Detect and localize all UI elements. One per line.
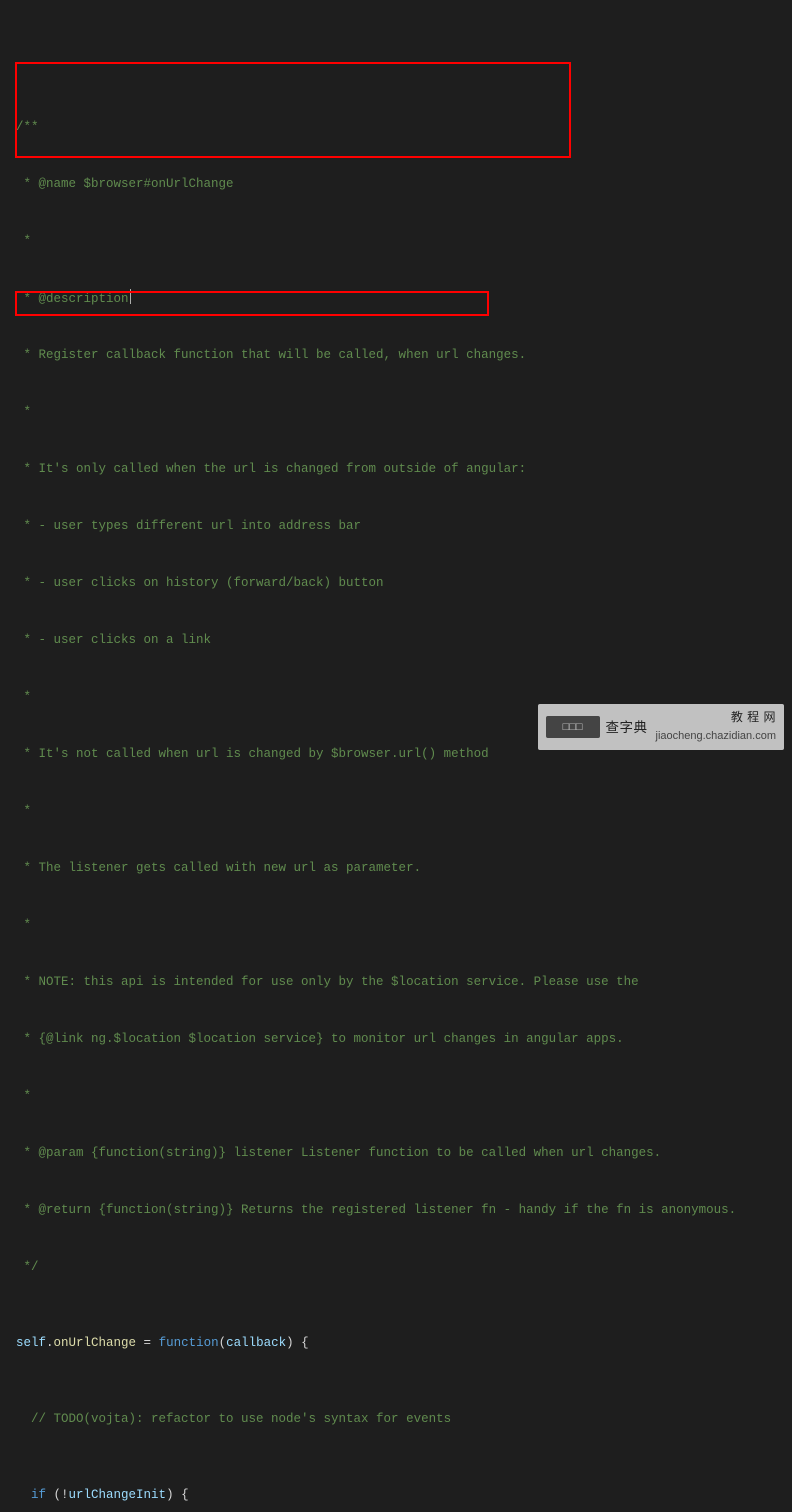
doc-s6: * <box>16 1087 792 1106</box>
if-urlchangeinit: if (!urlChangeInit) { <box>16 1486 792 1505</box>
doc-u2: * - user clicks on history (forward/back… <box>16 574 792 593</box>
onurlchange-token: onUrlChange <box>54 1336 137 1350</box>
watermark-banner: □□□ 查字典 教 程 网 jiaocheng.chazidian.com <box>538 704 784 750</box>
todo-comment: // TODO(vojta): refactor to use node's s… <box>16 1410 792 1429</box>
callback-arg: callback <box>226 1336 286 1350</box>
doc-return: * @return {function(string)} Returns the… <box>16 1201 792 1220</box>
doc-s1: * <box>16 232 792 251</box>
watermark-tag: 教 程 网 <box>731 708 776 727</box>
watermark-logo: □□□ <box>546 716 600 738</box>
doc-s4: * <box>16 802 792 821</box>
doc-desc2: * It's only called when the url is chang… <box>16 460 792 479</box>
doc-u3: * - user clicks on a link <box>16 631 792 650</box>
code-editor[interactable]: /** * @name $browser#onUrlChange * * @de… <box>0 76 792 1512</box>
doc-description-tag-text: * @description <box>16 292 129 306</box>
doc-listener: * The listener gets called with new url … <box>16 859 792 878</box>
watermark-brand: 查字典 <box>606 718 648 737</box>
function-keyword: function <box>159 1336 219 1350</box>
doc-param: * @param {function(string)} listener Lis… <box>16 1144 792 1163</box>
doc-name: * @name $browser#onUrlChange <box>16 175 792 194</box>
doc-description-tag: * @description <box>16 289 792 308</box>
self-token: self <box>16 1336 46 1350</box>
doc-close: */ <box>16 1258 792 1277</box>
doc-open: /** <box>16 118 792 137</box>
text-cursor <box>130 289 131 304</box>
doc-desc1: * Register callback function that will b… <box>16 346 792 365</box>
doc-note1: * NOTE: this api is intended for use onl… <box>16 973 792 992</box>
doc-note2: * {@link ng.$location $location service}… <box>16 1030 792 1049</box>
fn-decl: self.onUrlChange = function(callback) { <box>16 1334 792 1353</box>
doc-s2: * <box>16 403 792 422</box>
watermark-url: jiaocheng.chazidian.com <box>656 727 776 746</box>
doc-s5: * <box>16 916 792 935</box>
doc-u1: * - user types different url into addres… <box>16 517 792 536</box>
